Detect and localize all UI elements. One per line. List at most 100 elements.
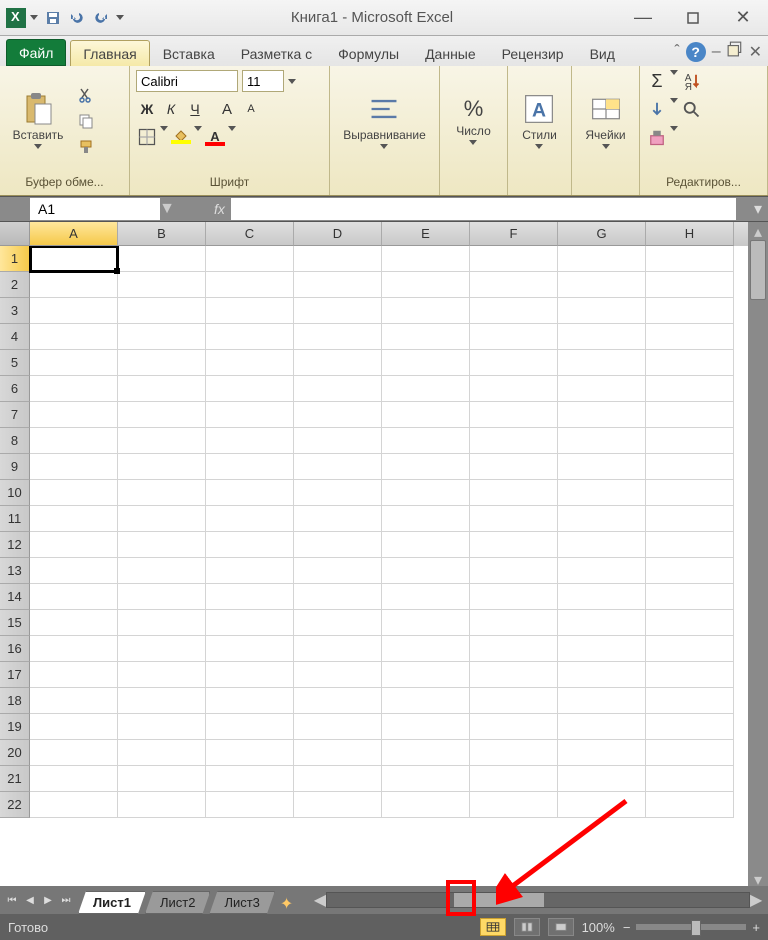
cell[interactable] xyxy=(558,532,646,558)
cut-icon[interactable] xyxy=(74,84,98,106)
cell[interactable] xyxy=(206,792,294,818)
cell[interactable] xyxy=(558,792,646,818)
sort-filter-icon[interactable]: AЯ xyxy=(680,70,702,92)
cell[interactable] xyxy=(294,376,382,402)
save-icon[interactable] xyxy=(42,7,64,29)
cell[interactable] xyxy=(30,532,118,558)
cell[interactable] xyxy=(206,558,294,584)
cell[interactable] xyxy=(294,714,382,740)
cell[interactable] xyxy=(294,506,382,532)
cell[interactable] xyxy=(118,792,206,818)
cell[interactable] xyxy=(382,324,470,350)
qat-customize-dropdown[interactable] xyxy=(114,7,126,29)
sheet-tab-2[interactable]: Лист2 xyxy=(145,891,210,914)
cell[interactable] xyxy=(206,480,294,506)
cell[interactable] xyxy=(646,584,734,610)
cell[interactable] xyxy=(558,272,646,298)
clear-icon[interactable] xyxy=(646,126,668,148)
cell[interactable] xyxy=(382,662,470,688)
cell[interactable] xyxy=(294,610,382,636)
tab-home[interactable]: Главная xyxy=(70,40,149,66)
styles-button[interactable]: A Стили xyxy=(522,78,557,163)
row-header[interactable]: 19 xyxy=(0,714,30,740)
cell[interactable] xyxy=(206,688,294,714)
cell[interactable] xyxy=(206,324,294,350)
sheet-nav-prev[interactable]: ◀ xyxy=(22,891,38,909)
cell[interactable] xyxy=(470,428,558,454)
cell[interactable] xyxy=(30,428,118,454)
cell[interactable] xyxy=(646,792,734,818)
cell[interactable] xyxy=(118,636,206,662)
cell[interactable] xyxy=(294,662,382,688)
cell[interactable] xyxy=(294,740,382,766)
cell[interactable] xyxy=(382,766,470,792)
tab-review[interactable]: Рецензир xyxy=(489,40,577,66)
minimize-ribbon-icon[interactable]: ˆ xyxy=(674,43,679,61)
row-header[interactable]: 18 xyxy=(0,688,30,714)
cell[interactable] xyxy=(470,740,558,766)
cell[interactable] xyxy=(382,792,470,818)
cell[interactable] xyxy=(30,402,118,428)
cell[interactable] xyxy=(294,246,382,272)
cell[interactable] xyxy=(206,350,294,376)
sheet-tab-1[interactable]: Лист1 xyxy=(78,891,146,914)
cell[interactable] xyxy=(470,584,558,610)
cell[interactable] xyxy=(558,610,646,636)
cell[interactable] xyxy=(558,324,646,350)
row-header[interactable]: 17 xyxy=(0,662,30,688)
row-header[interactable]: 22 xyxy=(0,792,30,818)
cell[interactable] xyxy=(470,792,558,818)
cell[interactable] xyxy=(206,584,294,610)
cell[interactable] xyxy=(558,506,646,532)
cell[interactable] xyxy=(294,584,382,610)
cell[interactable] xyxy=(294,792,382,818)
cell[interactable] xyxy=(118,766,206,792)
cell[interactable] xyxy=(206,376,294,402)
cell[interactable] xyxy=(206,402,294,428)
italic-button[interactable]: К xyxy=(160,98,182,120)
cell[interactable] xyxy=(118,662,206,688)
cell[interactable] xyxy=(30,610,118,636)
row-header[interactable]: 10 xyxy=(0,480,30,506)
cell[interactable] xyxy=(294,532,382,558)
maximize-button[interactable] xyxy=(668,0,718,35)
cell[interactable] xyxy=(118,688,206,714)
zoom-out-button[interactable]: − xyxy=(623,920,631,935)
cell[interactable] xyxy=(382,272,470,298)
cell[interactable] xyxy=(558,662,646,688)
cell[interactable] xyxy=(30,792,118,818)
cell[interactable] xyxy=(558,714,646,740)
cell[interactable] xyxy=(294,428,382,454)
row-header[interactable]: 6 xyxy=(0,376,30,402)
cell[interactable] xyxy=(558,636,646,662)
cell[interactable] xyxy=(646,532,734,558)
cell[interactable] xyxy=(382,298,470,324)
row-header[interactable]: 1 xyxy=(0,246,30,272)
cell[interactable] xyxy=(30,506,118,532)
cell[interactable] xyxy=(30,688,118,714)
cell[interactable] xyxy=(382,376,470,402)
sheet-nav-last[interactable]: ⏭ xyxy=(58,891,74,909)
cell[interactable] xyxy=(558,766,646,792)
cell[interactable] xyxy=(382,350,470,376)
tab-data[interactable]: Данные xyxy=(412,40,489,66)
zoom-in-button[interactable]: + xyxy=(752,920,760,935)
cell[interactable] xyxy=(294,402,382,428)
cell[interactable] xyxy=(206,246,294,272)
row-header[interactable]: 20 xyxy=(0,740,30,766)
cell[interactable] xyxy=(382,740,470,766)
cell[interactable] xyxy=(470,272,558,298)
cell[interactable] xyxy=(118,324,206,350)
cell[interactable] xyxy=(118,428,206,454)
cell[interactable] xyxy=(294,688,382,714)
row-header[interactable]: 9 xyxy=(0,454,30,480)
cell[interactable] xyxy=(558,480,646,506)
row-header[interactable]: 3 xyxy=(0,298,30,324)
cell[interactable] xyxy=(118,584,206,610)
cell[interactable] xyxy=(294,324,382,350)
copy-icon[interactable] xyxy=(74,110,98,132)
cell[interactable] xyxy=(646,324,734,350)
cell[interactable] xyxy=(30,324,118,350)
cell[interactable] xyxy=(30,272,118,298)
font-size-select[interactable]: 11 xyxy=(242,70,284,92)
